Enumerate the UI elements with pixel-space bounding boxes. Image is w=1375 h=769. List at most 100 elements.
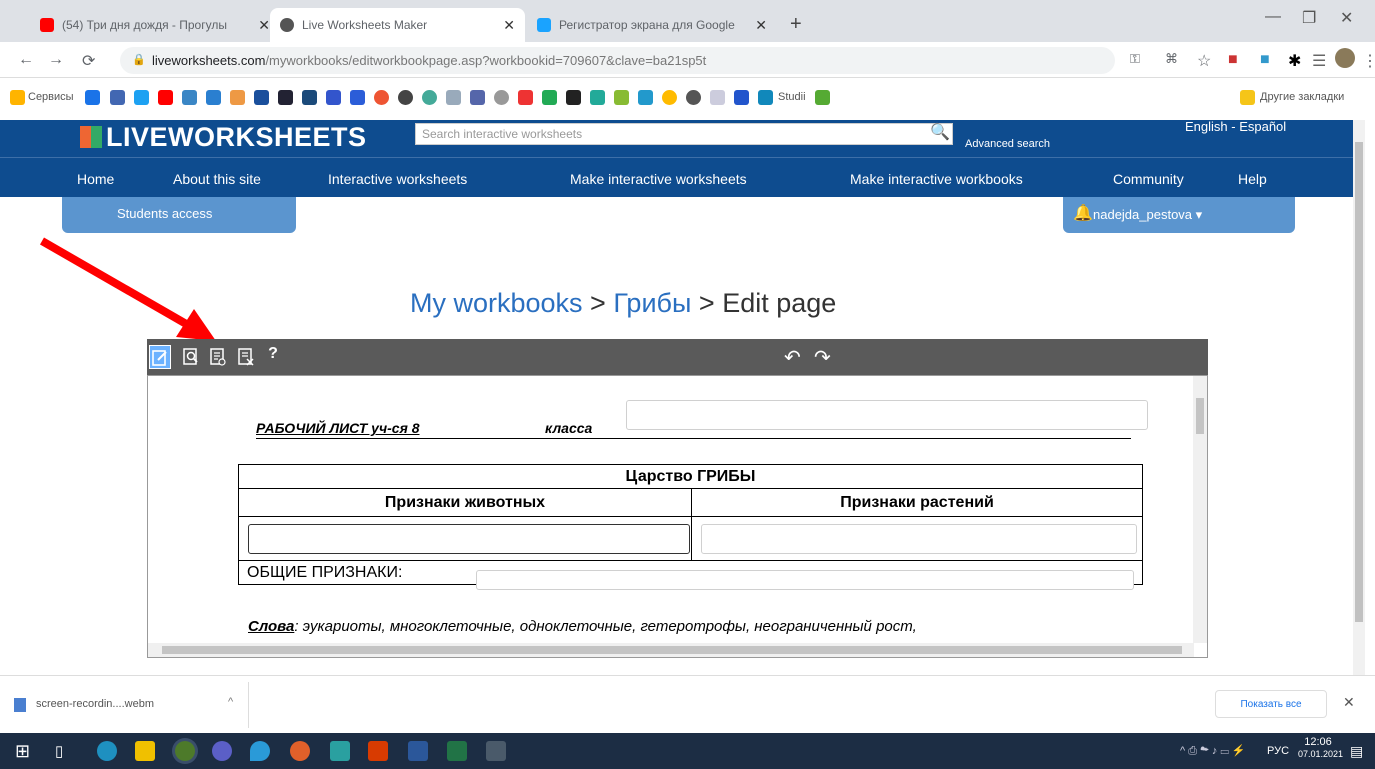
advanced-search-link[interactable]: Advanced search bbox=[965, 138, 1050, 150]
bookmark-icon[interactable] bbox=[374, 90, 389, 105]
help-button[interactable]: ? bbox=[262, 345, 284, 369]
extension-icon[interactable]: ■ bbox=[1228, 51, 1238, 69]
bookmark-icon[interactable] bbox=[302, 90, 317, 105]
close-window-button[interactable]: ✕ bbox=[1340, 8, 1353, 28]
bookmark-icon[interactable] bbox=[134, 90, 149, 105]
bookmark-icon[interactable] bbox=[566, 90, 581, 105]
bookmark-star-icon[interactable]: ☆ bbox=[1197, 51, 1211, 71]
nav-make-worksheets[interactable]: Make interactive worksheets bbox=[570, 171, 747, 187]
bookmark-icon[interactable] bbox=[158, 90, 173, 105]
scrollbar-thumb[interactable] bbox=[162, 646, 1182, 654]
extension-icon[interactable]: ■ bbox=[1260, 51, 1270, 69]
tab-liveworksheets[interactable]: Live Worksheets Maker ✕ bbox=[270, 8, 525, 42]
clock[interactable]: 12:06 07.01.2021 bbox=[1298, 736, 1343, 760]
avatar[interactable] bbox=[1335, 48, 1355, 68]
apps-icon[interactable] bbox=[10, 90, 25, 105]
bookmark-icon[interactable] bbox=[182, 90, 197, 105]
folder-icon[interactable] bbox=[1240, 90, 1255, 105]
close-tab-icon[interactable]: ✕ bbox=[503, 17, 515, 34]
windows-start-icon[interactable]: ⊞ bbox=[15, 741, 30, 762]
bookmark-icon[interactable] bbox=[686, 90, 701, 105]
close-downloads-button[interactable]: ✕ bbox=[1343, 694, 1355, 711]
canvas-vertical-scrollbar[interactable] bbox=[1193, 376, 1207, 643]
bookmark-icon[interactable] bbox=[662, 90, 677, 105]
nav-community[interactable]: Community bbox=[1113, 171, 1184, 187]
bookmark-icon[interactable] bbox=[590, 90, 605, 105]
search-input[interactable]: Search interactive worksheets bbox=[415, 123, 953, 145]
bookmark-studi[interactable]: Studii bbox=[778, 91, 806, 103]
page-scrollbar[interactable] bbox=[1353, 120, 1365, 675]
bookmark-icon[interactable] bbox=[398, 90, 413, 105]
site-logo[interactable]: LIVEWORKSHEETS bbox=[80, 122, 367, 153]
download-item[interactable]: screen-recordin....webm bbox=[36, 698, 154, 710]
tray-icons[interactable]: ^ ⎙ ☁ ♪ ▭ ⚡ bbox=[1180, 744, 1246, 758]
close-tab-icon[interactable]: ✕ bbox=[258, 17, 270, 34]
calculator-icon[interactable] bbox=[486, 741, 506, 761]
plant-signs-textbox[interactable] bbox=[701, 524, 1137, 554]
chevron-up-icon[interactable]: ^ bbox=[228, 696, 233, 708]
office-icon[interactable] bbox=[368, 741, 388, 761]
bookmark-icon[interactable] bbox=[710, 90, 725, 105]
user-menu[interactable]: 🔔 nadejda_pestova ▾ bbox=[1063, 197, 1295, 233]
bookmark-icon[interactable] bbox=[85, 90, 100, 105]
redo-icon[interactable]: ↷ bbox=[814, 345, 831, 370]
search-icon[interactable]: 🔍 bbox=[930, 122, 950, 142]
bookmark-icon[interactable] bbox=[542, 90, 557, 105]
translate-icon[interactable]: ⌘ bbox=[1165, 51, 1178, 67]
chrome-icon[interactable] bbox=[175, 741, 195, 761]
bookmark-icon[interactable] bbox=[734, 90, 749, 105]
bookmark-icon[interactable] bbox=[470, 90, 485, 105]
input-language[interactable]: РУС bbox=[1267, 745, 1289, 757]
breadcrumb-workbook[interactable]: Грибы bbox=[613, 288, 691, 318]
bookmark-icon[interactable] bbox=[815, 90, 830, 105]
new-tab-button[interactable]: + bbox=[790, 13, 802, 36]
menu-icon[interactable]: ⋮ bbox=[1362, 51, 1375, 71]
preview-icon[interactable] bbox=[180, 345, 202, 369]
word-icon[interactable] bbox=[408, 741, 428, 761]
key-icon[interactable]: ⚿ bbox=[1130, 51, 1140, 67]
bookmark-icon[interactable] bbox=[614, 90, 629, 105]
nav-about[interactable]: About this site bbox=[173, 171, 261, 187]
nav-home[interactable]: Home bbox=[77, 171, 114, 187]
students-access-button[interactable]: Students access bbox=[62, 197, 296, 233]
nav-interactive-worksheets[interactable]: Interactive worksheets bbox=[328, 171, 467, 187]
nav-help[interactable]: Help bbox=[1238, 171, 1267, 187]
common-signs-textbox[interactable] bbox=[476, 570, 1134, 590]
reload-icon[interactable]: ⟳ bbox=[82, 51, 95, 71]
minimize-button[interactable]: — bbox=[1265, 8, 1281, 26]
bookmark-icon[interactable] bbox=[518, 90, 533, 105]
canvas-horizontal-scrollbar[interactable] bbox=[148, 643, 1194, 657]
forward-icon[interactable]: → bbox=[48, 51, 64, 69]
extensions-puzzle-icon[interactable]: ✱ bbox=[1288, 51, 1301, 71]
bookmark-icon[interactable] bbox=[230, 90, 245, 105]
bookmark-icon[interactable] bbox=[446, 90, 461, 105]
edge-icon[interactable] bbox=[97, 741, 117, 761]
url-field[interactable]: 🔒 liveworksheets.com/myworkbooks/editwor… bbox=[120, 47, 1115, 74]
nav-make-workbooks[interactable]: Make interactive workbooks bbox=[850, 171, 1023, 187]
bookmark-icon[interactable] bbox=[422, 90, 437, 105]
app-icon[interactable] bbox=[212, 741, 232, 761]
undo-icon[interactable]: ↶ bbox=[784, 345, 801, 370]
task-view-icon[interactable]: ▯ bbox=[55, 742, 63, 760]
language-switch[interactable]: English - Español bbox=[1185, 120, 1286, 134]
reading-list-icon[interactable]: ☰ bbox=[1312, 51, 1326, 71]
bookmark-icon[interactable] bbox=[494, 90, 509, 105]
bell-icon[interactable]: 🔔 bbox=[1073, 203, 1093, 223]
student-name-textbox[interactable] bbox=[626, 400, 1148, 430]
excel-icon[interactable] bbox=[447, 741, 467, 761]
animal-signs-textbox[interactable] bbox=[248, 524, 690, 554]
bookmark-icon[interactable] bbox=[350, 90, 365, 105]
bookmark-icon[interactable] bbox=[110, 90, 125, 105]
bookmark-icon[interactable] bbox=[278, 90, 293, 105]
app-icon[interactable] bbox=[290, 741, 310, 761]
back-icon[interactable]: ← bbox=[18, 51, 34, 69]
tab-youtube[interactable]: (54) Три дня дождя - Прогулы ✕ bbox=[30, 8, 280, 42]
file-explorer-icon[interactable] bbox=[135, 741, 155, 761]
breadcrumb-my-workbooks[interactable]: My workbooks bbox=[410, 288, 583, 318]
bookmark-apps[interactable]: Сервисы bbox=[28, 91, 74, 103]
show-all-button[interactable]: Показать все bbox=[1215, 690, 1327, 718]
save-page-icon[interactable] bbox=[207, 345, 229, 369]
close-tab-icon[interactable]: ✕ bbox=[755, 17, 767, 34]
notifications-icon[interactable]: ▤ bbox=[1350, 743, 1363, 760]
scrollbar-thumb[interactable] bbox=[1196, 398, 1204, 434]
